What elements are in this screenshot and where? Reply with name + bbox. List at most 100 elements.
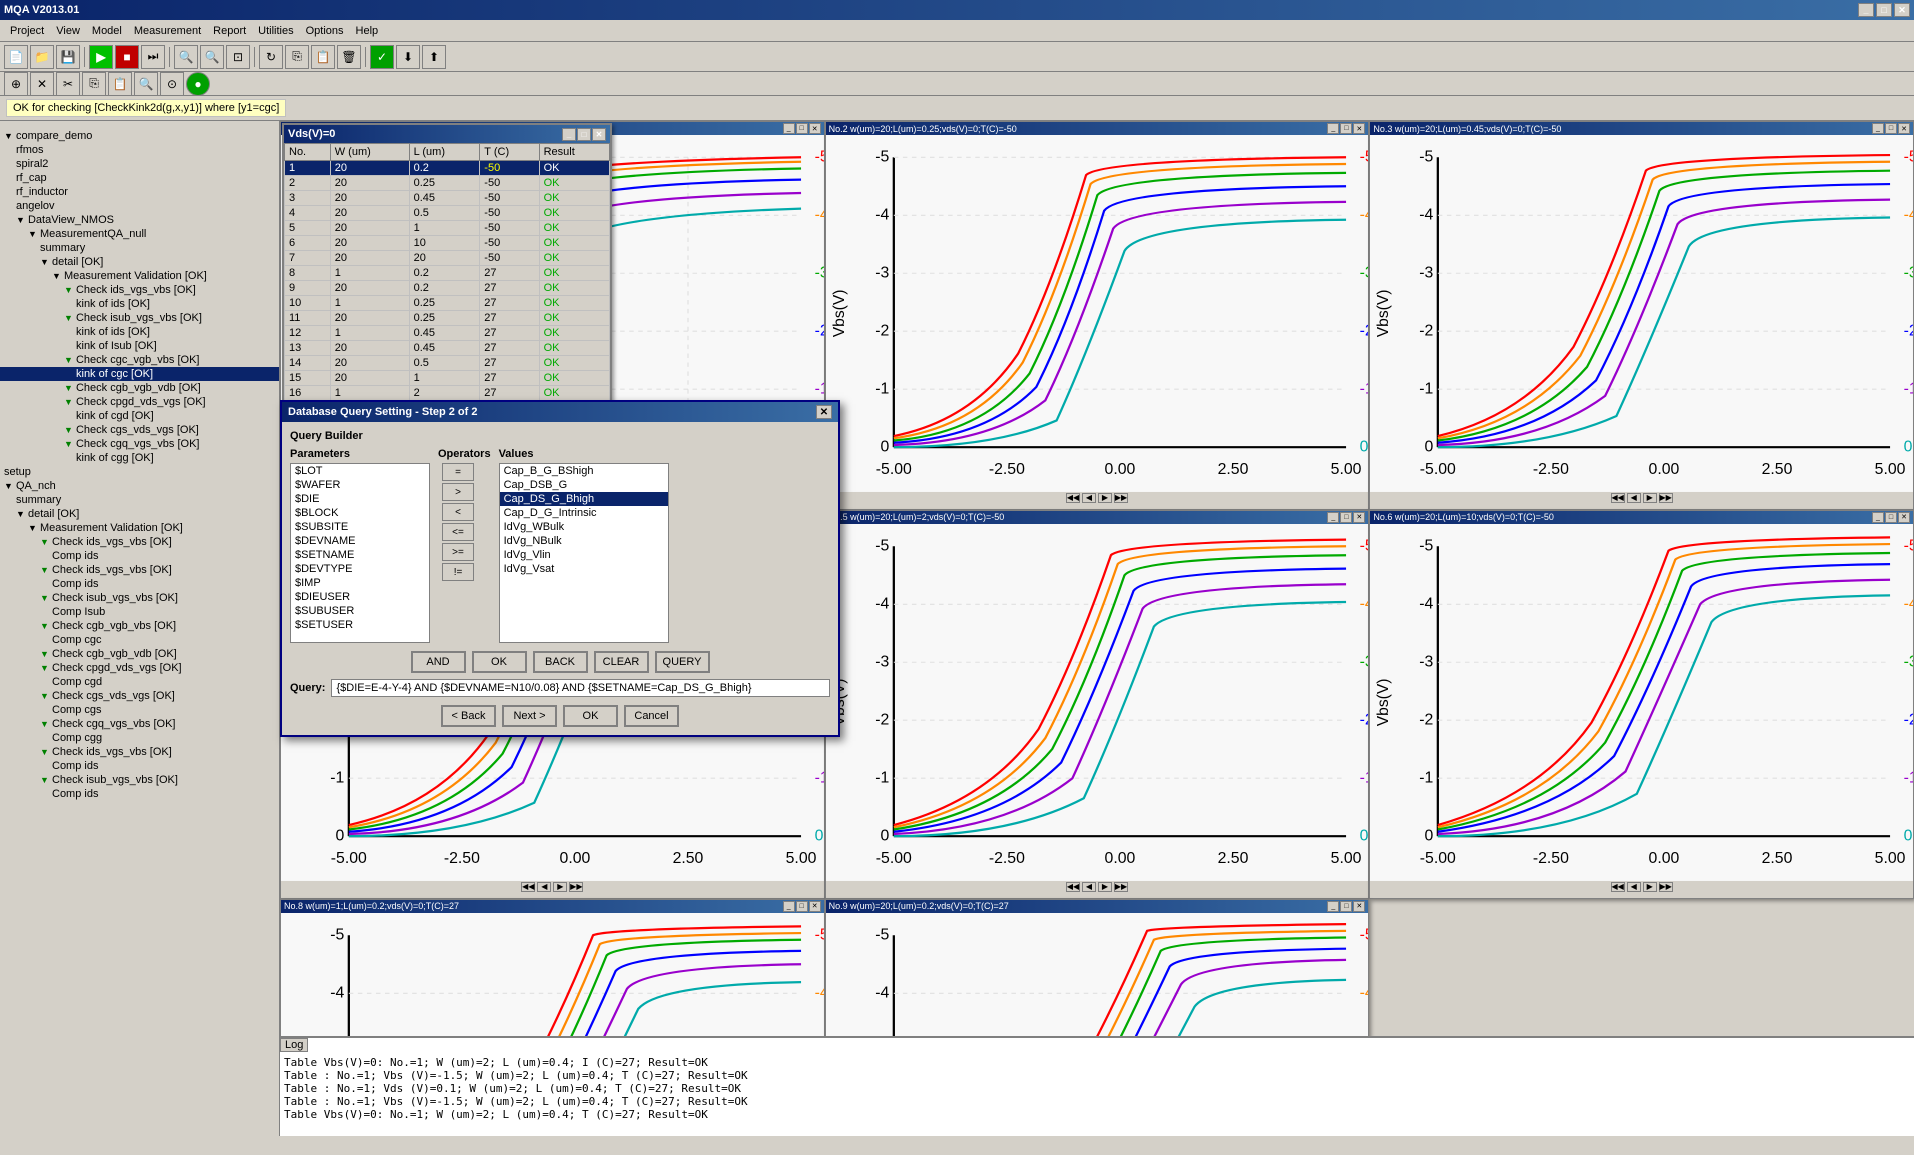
table-row[interactable]: 1210.4527OK [285, 326, 610, 341]
graph-2-prev[interactable]: ◀ [1082, 493, 1096, 503]
value-item[interactable]: IdVg_Vlin [500, 548, 668, 562]
graph-6-close[interactable]: ✕ [1898, 512, 1910, 523]
param-item[interactable]: $SUBUSER [291, 604, 429, 618]
tree-mqa-null[interactable]: ▼ MeasurementQA_null [0, 227, 279, 241]
tree-dataview-nmos[interactable]: ▼ DataView_NMOS [0, 213, 279, 227]
import-btn[interactable]: ⬇ [396, 45, 420, 69]
tree-qa-check-cgq[interactable]: ▼ Check cgq_vgs_vbs [OK] [0, 717, 279, 731]
tree-check-cpgd[interactable]: ▼ Check cpgd_vds_vgs [OK] [0, 395, 279, 409]
open-btn[interactable]: 📁 [30, 45, 54, 69]
graph-3-close[interactable]: ✕ [1898, 123, 1910, 134]
graph-7-min[interactable]: _ [783, 901, 795, 912]
values-list[interactable]: Cap_B_G_BShighCap_DSB_GCap_DS_G_BhighCap… [499, 463, 669, 643]
param-item[interactable]: $DEVNAME [291, 534, 429, 548]
value-item[interactable]: IdVg_NBulk [500, 534, 668, 548]
save-btn[interactable]: 💾 [56, 45, 80, 69]
tree-qa-check-ids3[interactable]: ▼ Check ids_vgs_vbs [OK] [0, 745, 279, 759]
table-row[interactable]: 1520127OK [285, 371, 610, 386]
tree-qa-check-isub[interactable]: ▼ Check isub_vgs_vbs [OK] [0, 591, 279, 605]
dialog-ok-btn[interactable]: OK [563, 705, 618, 727]
tree-qa-check-ids2[interactable]: ▼ Check ids_vgs_vbs [OK] [0, 563, 279, 577]
and-btn[interactable]: AND [411, 651, 466, 673]
tb2-btn6[interactable]: 🔍 [134, 72, 158, 96]
graph-6-max[interactable]: □ [1885, 512, 1897, 523]
table-row[interactable]: 13200.4527OK [285, 341, 610, 356]
menu-options[interactable]: Options [300, 23, 350, 39]
back-btn[interactable]: < Back [441, 705, 496, 727]
tree-kink-cgg[interactable]: kink of cgg [OK] [0, 451, 279, 465]
tree-qa-comp-cgs[interactable]: Comp cgs [0, 703, 279, 717]
graph-8-min[interactable]: _ [1327, 901, 1339, 912]
paste-btn[interactable]: 📋 [311, 45, 335, 69]
tree-qa-comp-cgc[interactable]: Comp cgc [0, 633, 279, 647]
tree-spiral2[interactable]: spiral2 [0, 157, 279, 171]
operator-btn[interactable]: < [442, 503, 474, 521]
table-max-btn[interactable]: □ [577, 128, 591, 141]
tree-check-cgg[interactable]: ▼ Check cgq_vgs_vbs [OK] [0, 437, 279, 451]
graph-4-next-next[interactable]: ▶▶ [569, 882, 583, 892]
graph-3-min[interactable]: _ [1872, 123, 1884, 134]
tree-rf-cap[interactable]: rf_cap [0, 171, 279, 185]
zoom-in-btn[interactable]: 🔍 [174, 45, 198, 69]
menu-help[interactable]: Help [350, 23, 385, 39]
graph-2-next-next[interactable]: ▶▶ [1114, 493, 1128, 503]
table-row[interactable]: 72020-50OK [285, 251, 610, 266]
graph-3-max[interactable]: □ [1885, 123, 1897, 134]
param-item[interactable]: $DIEUSER [291, 590, 429, 604]
value-item[interactable]: Cap_DSB_G [500, 478, 668, 492]
params-list[interactable]: $LOT$WAFER$DIE$BLOCK$SUBSITE$DEVNAME$SET… [290, 463, 430, 643]
operator-btn[interactable]: <= [442, 523, 474, 541]
table-row[interactable]: 810.227OK [285, 266, 610, 281]
operator-btn[interactable]: > [442, 483, 474, 501]
query-btn[interactable]: QUERY [655, 651, 710, 673]
tb2-btn2[interactable]: ✕ [30, 72, 54, 96]
delete-btn[interactable]: 🗑 [337, 45, 361, 69]
table-row[interactable]: 62010-50OK [285, 236, 610, 251]
tree-qa-comp-ids1[interactable]: Comp ids [0, 549, 279, 563]
back-inline-btn[interactable]: BACK [533, 651, 588, 673]
tb2-btn3[interactable]: ✂ [56, 72, 80, 96]
table-row[interactable]: 4200.5-50OK [285, 206, 610, 221]
table-row[interactable]: 3200.45-50OK [285, 191, 610, 206]
param-item[interactable]: $SUBSITE [291, 520, 429, 534]
table-row[interactable]: 11200.2527OK [285, 311, 610, 326]
ok-inline-btn[interactable]: OK [472, 651, 527, 673]
new-btn[interactable]: 📄 [4, 45, 28, 69]
graph-2-min[interactable]: _ [1327, 123, 1339, 134]
param-item[interactable]: $DIE [291, 492, 429, 506]
menu-report[interactable]: Report [207, 23, 252, 39]
table-row[interactable]: 2200.25-50OK [285, 176, 610, 191]
graph-6-min[interactable]: _ [1872, 512, 1884, 523]
graph-4-prev[interactable]: ◀ [537, 882, 551, 892]
graph-6-prev-prev[interactable]: ◀◀ [1611, 882, 1625, 892]
graph-1-max[interactable]: □ [796, 123, 808, 134]
graph-1-min[interactable]: _ [783, 123, 795, 134]
tree-setup[interactable]: setup [0, 465, 279, 479]
value-item[interactable]: Cap_DS_G_Bhigh [500, 492, 668, 506]
clear-btn[interactable]: CLEAR [594, 651, 649, 673]
run-btn[interactable]: ▶ [89, 45, 113, 69]
next-btn[interactable]: Next > [502, 705, 557, 727]
param-item[interactable]: $WAFER [291, 478, 429, 492]
tree-qa-check-cgb[interactable]: ▼ Check cgb_vgb_vbs [OK] [0, 619, 279, 633]
graph-6-next[interactable]: ▶ [1643, 882, 1657, 892]
tb2-btn1[interactable]: ⊕ [4, 72, 28, 96]
tree-rf-inductor[interactable]: rf_inductor [0, 185, 279, 199]
operator-btn[interactable]: != [442, 563, 474, 581]
graph-1-close[interactable]: ✕ [809, 123, 821, 134]
tree-qa-check-isub2[interactable]: ▼ Check isub_vgs_vbs [OK] [0, 773, 279, 787]
graph-5-prev-prev[interactable]: ◀◀ [1066, 882, 1080, 892]
tb2-btn8[interactable]: ● [186, 72, 210, 96]
tree-angelov[interactable]: angelov [0, 199, 279, 213]
value-item[interactable]: IdVg_WBulk [500, 520, 668, 534]
param-item[interactable]: $BLOCK [291, 506, 429, 520]
tree-detail[interactable]: ▼ detail [OK] [0, 255, 279, 269]
operator-btn[interactable]: >= [442, 543, 474, 561]
graph-5-prev[interactable]: ◀ [1082, 882, 1096, 892]
graph-5-min[interactable]: _ [1327, 512, 1339, 523]
log-content[interactable]: Table Vbs(V)=0: No.=1; W (um)=2; L (um)=… [280, 1054, 1914, 1134]
tb2-btn5[interactable]: 📋 [108, 72, 132, 96]
menu-model[interactable]: Model [86, 23, 128, 39]
tree-qa-meas[interactable]: ▼ Measurement Validation [OK] [0, 521, 279, 535]
tb2-btn7[interactable]: ⊙ [160, 72, 184, 96]
